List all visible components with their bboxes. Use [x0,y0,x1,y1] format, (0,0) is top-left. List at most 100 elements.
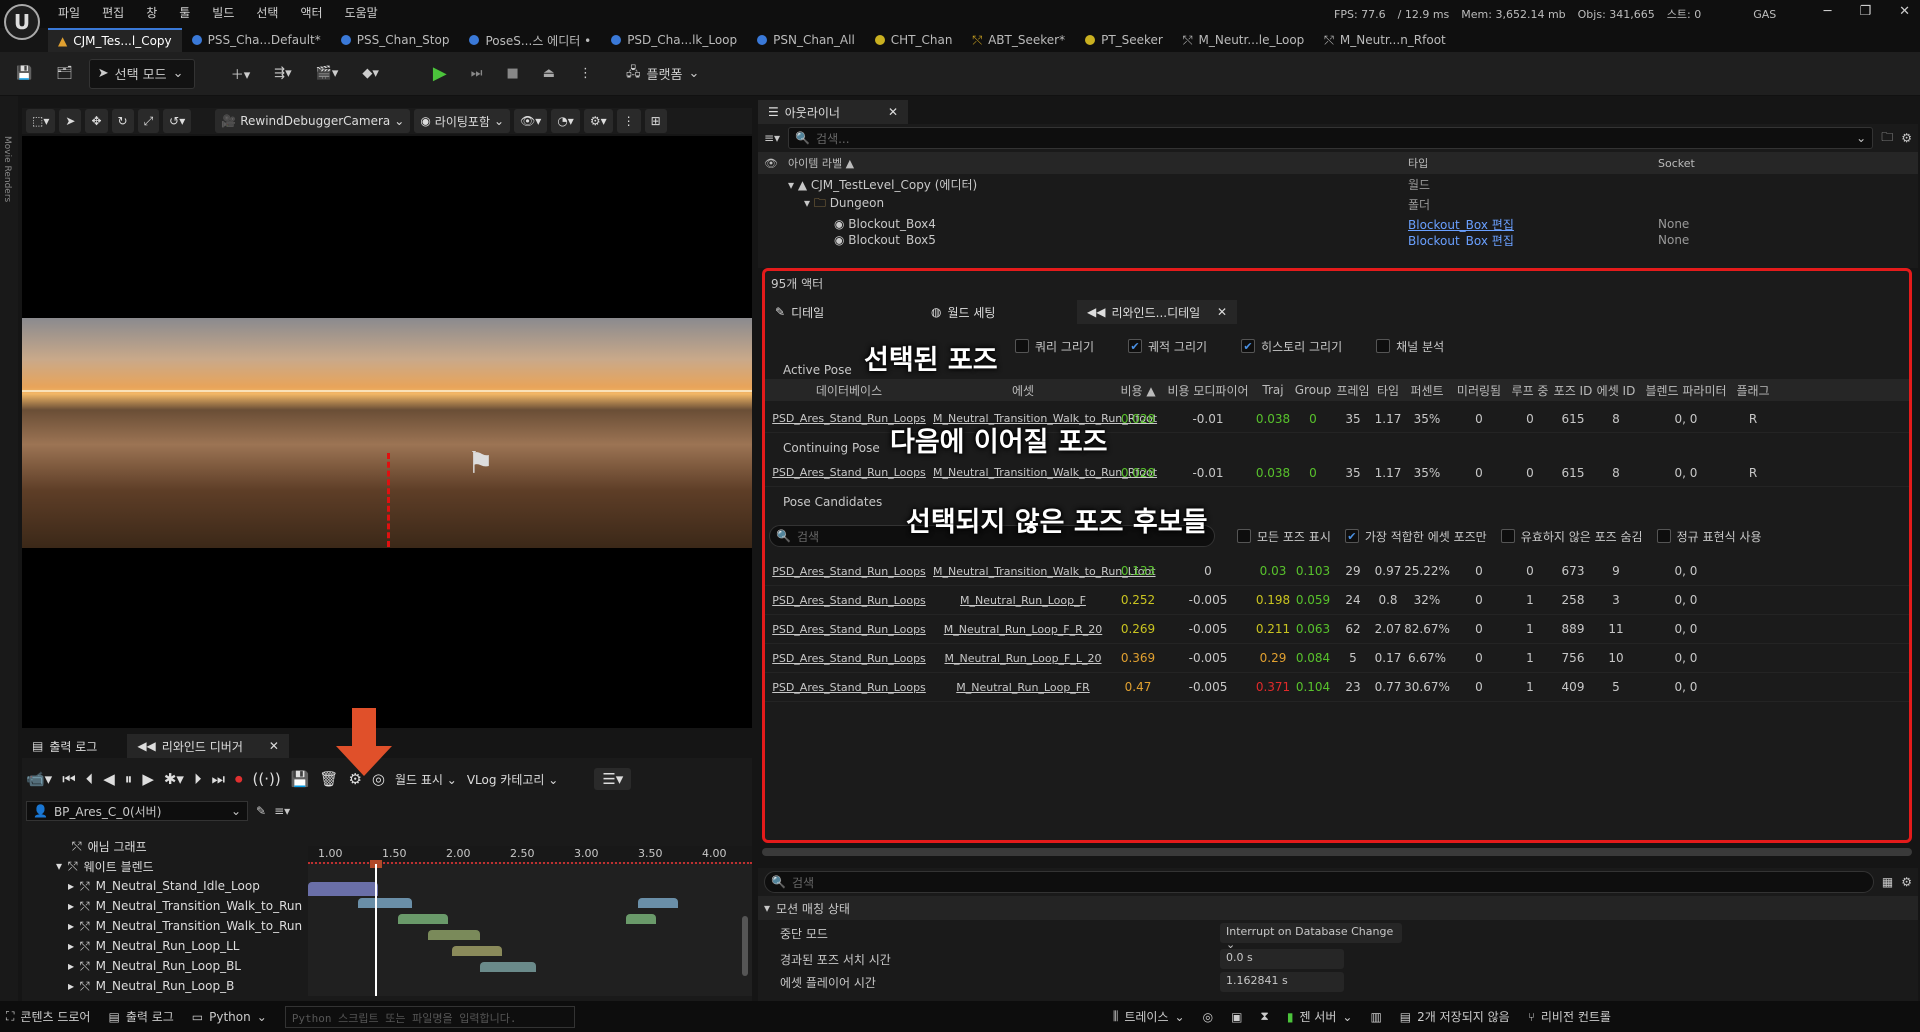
world-show-button[interactable]: 월드 표시 ⌄ [395,771,457,788]
filter-icon[interactable]: ≡▾ [764,131,780,145]
snap-icon[interactable]: ↺▾ [163,109,192,133]
camera-icon[interactable]: 📹▾ [26,770,52,788]
outliner-row[interactable]: ▾ ▲ CJM_TestLevel_Copy (에디터) 월드 [758,174,1918,194]
track-row[interactable]: ⤲ 애님 그래프 [22,836,302,856]
more-options-icon[interactable]: ⋮ [571,59,600,89]
track-row[interactable]: ▸ ⤲ M_Neutral_Run_Loop_LL [22,936,302,956]
close-icon[interactable]: ✕ [1899,4,1910,19]
revision-control-button[interactable]: ⑂ 리비전 컨트롤 [1528,1008,1611,1025]
doc-tab[interactable]: PSS_Chan_Stop [331,28,460,52]
menu-file[interactable]: 파일 [58,4,80,21]
track-row[interactable]: ▸ ⤲ M_Neutral_Run_Loop_B [22,976,302,996]
maximize-icon[interactable]: ❐ [1859,4,1871,19]
track-row[interactable]: ▾ ⤲ 웨이트 블렌드 [22,856,302,876]
menu-help[interactable]: 도움말 [345,4,378,21]
outliner-row[interactable]: ▾ 🗀 Dungeon 폴더 [758,194,1918,214]
outliner-row[interactable]: ◉ Blockout_Box4 Blockout_Box 편집 None [758,214,1918,234]
rotate-icon[interactable]: ↻ [111,109,134,133]
horizontal-scrollbar[interactable] [762,848,1912,856]
doc-tab[interactable]: PSS_Cha...Default* [182,28,331,52]
picker-icon[interactable]: ✎ [256,804,266,818]
menu-build[interactable]: 빌드 [212,4,234,21]
trace-icon[interactable]: ((·)) [253,770,281,788]
step-back-icon[interactable]: ⏴ [86,770,94,788]
menu-window[interactable]: 창 [146,4,157,21]
zen-server-button[interactable]: ▮ 젠 서버 ⌄ [1287,1008,1353,1025]
menu-icon[interactable]: ☰▾ [594,768,632,790]
movie-renders-tab[interactable]: Movie Renders [2,136,12,202]
menu-edit[interactable]: 편집 [102,4,124,21]
play-reverse-icon[interactable]: ◀ [103,770,115,788]
video-icon[interactable]: ▣ [1231,1010,1242,1024]
outliner-search[interactable]: 🔍 검색... ⌄ [788,127,1874,149]
unreal-logo[interactable]: U [4,4,40,40]
interrupt-mode-select[interactable]: Interrupt on Database Change ⌄ [1220,923,1402,951]
world-settings-tab[interactable]: ◍ 월드 세팅 [921,300,1071,324]
doc-tab[interactable]: PT_Seeker [1075,28,1173,52]
play-button[interactable]: ▶ [425,59,455,89]
skip-start-icon[interactable]: ⏮ [62,770,76,788]
col-item-label[interactable]: 아이템 라벨 ▲ [788,155,1408,171]
grid-icon[interactable]: ▦ [1882,875,1893,889]
col-type[interactable]: 타입 [1408,155,1658,171]
derived-data-icon[interactable]: ◎ [1203,1010,1213,1024]
asset-time-field[interactable]: 1.162841 s [1220,972,1344,992]
output-log-button[interactable]: ▤ 출력 로그 [108,1008,173,1025]
lighting-button[interactable]: ◉ 라이팅포함 ⌄ [414,109,511,133]
candidate-row[interactable]: PSD_Ares_Stand_Run_Loops M_Neutral_Run_Lo… [765,673,1909,702]
rewind-details-tab[interactable]: ◀◀ 리와인드...디테일 ✕ [1077,300,1237,324]
mode-select-button[interactable]: ➤ 선택 모드 ⌄ [88,58,195,89]
add-folder-icon[interactable]: 🗀 [1881,128,1893,149]
candidate-row[interactable]: PSD_Ares_Stand_Run_Loops M_Neutral_Run_Lo… [765,586,1909,615]
settings-icon[interactable]: ⚙ [1901,875,1912,889]
modes-button[interactable]: ◆▾ [354,59,387,89]
regex-toggle[interactable]: 정규 표현식 사용 [1656,528,1762,545]
options-icon[interactable]: ✱▾ [164,770,184,788]
close-icon[interactable]: ✕ [1217,305,1227,319]
channel-analysis-toggle[interactable]: 채널 분석 [1376,338,1444,355]
continuing-pose-row[interactable]: PSD_Ares_Stand_Run_Loops M_Neutral_Trans… [765,459,1909,487]
doc-tab-level[interactable]: ▲ CJM_Tes...l_Copy [48,28,182,52]
candidate-row[interactable]: PSD_Ares_Stand_Run_Loops M_Neutral_Run_Lo… [765,644,1909,673]
console-input[interactable]: Python 스크립트 또는 파일명을 입력합니다. [284,1005,575,1028]
playhead[interactable] [375,864,377,996]
content-drawer-button[interactable]: ⛶ 콘텐츠 드로어 [6,1008,90,1025]
scrollbar[interactable] [742,916,748,976]
candidate-row[interactable]: PSD_Ares_Stand_Run_Loops M_Neutral_Run_Lo… [765,615,1909,644]
query-draw-toggle[interactable]: 쿼리 그리기 [1015,338,1094,355]
pause-icon[interactable]: ⏸ [125,770,133,788]
candidate-row[interactable]: PSD_Ares_Stand_Run_Loops M_Neutral_Transi… [765,557,1909,586]
save-icon[interactable]: 💾 [8,59,40,89]
step-forward-icon[interactable]: ⏵ [194,770,202,788]
content-browse-icon[interactable]: 🗂 [48,59,81,89]
rewind-debugger-tab[interactable]: ◀◀ 리와인드 디버거 ✕ [127,734,289,758]
settings-icon[interactable]: ⚙▾ [583,109,613,133]
show-all-poses-toggle[interactable]: 모든 포즈 표시 [1237,528,1331,545]
menu-tools[interactable]: 툴 [179,4,190,21]
minimize-icon[interactable]: ─ [1824,4,1832,19]
sequencer-button[interactable]: 🎬▾ [308,59,347,89]
doc-tab[interactable]: PSD_Cha...lk_Loop [601,28,747,52]
best-asset-only-toggle[interactable]: ✔ 가장 적합한 에셋 포즈만 [1344,528,1487,545]
history-draw-toggle[interactable]: ✔ 히스토리 그리기 [1241,338,1342,355]
vlog-category-button[interactable]: VLog 카테고리 ⌄ [467,771,559,788]
motion-search[interactable]: 🔍 검색 [764,871,1874,893]
move-icon[interactable]: ✥ [85,109,108,133]
track-row[interactable]: ▸ ⤲ M_Neutral_Run_Loop_BL [22,956,302,976]
close-icon[interactable]: ✕ [269,739,279,753]
blueprint-button[interactable]: ⇶▾ [266,59,299,89]
col-socket[interactable]: Socket [1658,157,1695,170]
record-icon[interactable]: ⏺ [235,770,243,788]
add-actor-button[interactable]: ＋▾ [223,59,259,89]
platform-button[interactable]: 🖧 플랫폼 ⌄ [618,59,707,89]
cursor-icon[interactable]: ➤ [59,109,82,133]
play-icon[interactable]: ▶ [142,770,154,788]
track-row[interactable]: ▸ ⤲ M_Neutral_Stand_Idle_Loop [22,876,302,896]
hide-invalid-toggle[interactable]: 유효하지 않은 포즈 숨김 [1500,528,1643,545]
settings-icon[interactable]: ⚙ [1901,131,1912,145]
details-tab[interactable]: ✎ 디테일 [765,300,915,324]
doc-tab[interactable]: PSN_Chan_All [747,28,865,52]
save-icon[interactable]: 💾 [291,770,310,788]
stats-icon[interactable]: ▥ [1370,1010,1381,1024]
eject-button[interactable]: ⏏ [535,59,563,89]
